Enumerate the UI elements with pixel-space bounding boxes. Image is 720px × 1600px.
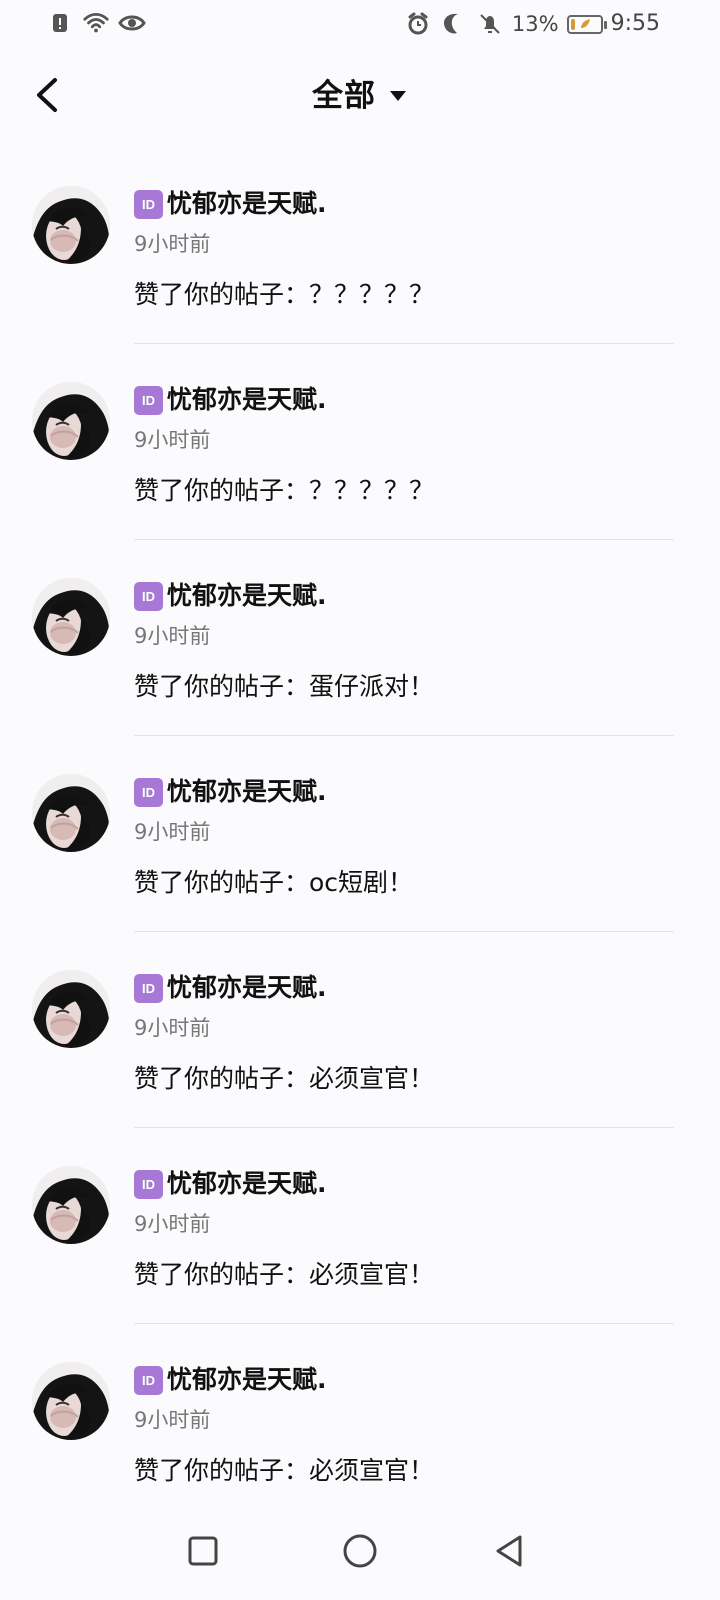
name-row: ID 忧郁亦是天赋. [134,1362,674,1398]
avatar[interactable] [32,774,110,852]
notification-content: ID 忧郁亦是天赋. 9小时前 赞了你的帖子：必须宣官！ [134,1362,674,1489]
notification-content: ID 忧郁亦是天赋. 9小时前 赞了你的帖子：？？？？？ [134,186,674,313]
notification-message: 赞了你的帖子：蛋仔派对！ [134,672,435,701]
status-right-icons: 13% 9:55 [404,9,660,39]
user-avatar-image [32,774,110,852]
id-badge: ID [134,1169,163,1199]
notification-time: 9小时前 [134,624,211,648]
avatar[interactable] [32,1362,110,1440]
square-icon [188,1536,218,1566]
status-time: 9:55 [610,11,660,36]
notification-list[interactable]: ID 忧郁亦是天赋. 9小时前 赞了你的帖子：？？？？？ ID 忧郁亦是天赋. … [0,148,720,1498]
notification-time: 9小时前 [134,428,211,452]
username[interactable]: 忧郁亦是天赋. [167,1363,327,1397]
notification-message: 赞了你的帖子：？？？？？ [134,476,435,505]
notification-time: 9小时前 [134,1016,211,1040]
user-avatar-image [32,186,110,264]
muted-bell-icon [476,10,504,38]
name-row: ID 忧郁亦是天赋. [134,774,674,810]
username[interactable]: 忧郁亦是天赋. [167,1167,327,1201]
eye-icon [118,9,146,37]
battery-icon [566,14,607,34]
notification-content: ID 忧郁亦是天赋. 9小时前 赞了你的帖子：必须宣官！ [134,1166,674,1293]
id-badge: ID [134,1365,163,1395]
notification-item[interactable]: ID 忧郁亦是天赋. 9小时前 赞了你的帖子：必须宣官！ [0,1324,720,1498]
name-row: ID 忧郁亦是天赋. [134,970,674,1006]
avatar[interactable] [32,578,110,656]
notification-time: 9小时前 [134,1408,211,1432]
notification-message: 赞了你的帖子：必须宣官！ [134,1260,435,1289]
user-avatar-image [32,1362,110,1440]
id-badge: ID [134,385,163,415]
moon-icon [440,10,468,38]
id-badge: ID [134,973,163,1003]
user-avatar-image [32,970,110,1048]
name-row: ID 忧郁亦是天赋. [134,1166,674,1202]
recent-apps-button[interactable] [174,1522,232,1580]
home-button[interactable] [331,1522,389,1580]
username[interactable]: 忧郁亦是天赋. [167,579,327,613]
avatar[interactable] [32,186,110,264]
notification-item[interactable]: ID 忧郁亦是天赋. 9小时前 赞了你的帖子：？？？？？ [0,148,720,344]
username[interactable]: 忧郁亦是天赋. [167,971,327,1005]
username[interactable]: 忧郁亦是天赋. [167,383,327,417]
circle-icon [343,1534,377,1568]
avatar[interactable] [32,970,110,1048]
user-avatar-image [32,578,110,656]
status-bar: 13% 9:55 [0,0,720,48]
notification-content: ID 忧郁亦是天赋. 9小时前 赞了你的帖子：蛋仔派对！ [134,578,674,705]
notification-time: 9小时前 [134,820,211,844]
avatar[interactable] [32,382,110,460]
name-row: ID 忧郁亦是天赋. [134,382,674,418]
notification-message: 赞了你的帖子：oc短剧！ [134,868,414,897]
notification-message: 赞了你的帖子：？？？？？ [134,280,435,309]
triangle-back-icon [496,1535,522,1567]
avatar[interactable] [32,1166,110,1244]
alert-icon [46,9,74,37]
notification-item[interactable]: ID 忧郁亦是天赋. 9小时前 赞了你的帖子：必须宣官！ [0,1128,720,1324]
triangle-down-icon [388,86,408,106]
username[interactable]: 忧郁亦是天赋. [167,775,327,809]
notification-time: 9小时前 [134,1212,211,1236]
id-badge: ID [134,777,163,807]
top-navigation-bar: 全部 [0,48,720,148]
system-navigation-bar [0,1500,720,1600]
leaf-icon [580,19,590,28]
filter-dropdown[interactable]: 全部 [0,76,720,116]
notification-item[interactable]: ID 忧郁亦是天赋. 9小时前 赞了你的帖子：？？？？？ [0,344,720,540]
battery-level-fill [570,18,575,30]
notification-message: 赞了你的帖子：必须宣官！ [134,1456,435,1485]
id-badge: ID [134,189,163,219]
name-row: ID 忧郁亦是天赋. [134,186,674,222]
battery-percent-text: 13% [511,12,559,36]
system-back-button[interactable] [480,1522,538,1580]
name-row: ID 忧郁亦是天赋. [134,578,674,614]
page-title: 全部 [312,78,376,114]
notification-time: 9小时前 [134,232,211,256]
notification-content: ID 忧郁亦是天赋. 9小时前 赞了你的帖子：？？？？？ [134,382,674,509]
notification-content: ID 忧郁亦是天赋. 9小时前 赞了你的帖子：必须宣官！ [134,970,674,1097]
username[interactable]: 忧郁亦是天赋. [167,187,327,221]
id-badge: ID [134,581,163,611]
notification-content: ID 忧郁亦是天赋. 9小时前 赞了你的帖子：oc短剧！ [134,774,674,901]
user-avatar-image [32,382,110,460]
notification-item[interactable]: ID 忧郁亦是天赋. 9小时前 赞了你的帖子：oc短剧！ [0,736,720,932]
status-left-icons [46,9,146,37]
wifi-icon [82,9,110,37]
notification-item[interactable]: ID 忧郁亦是天赋. 9小时前 赞了你的帖子：蛋仔派对！ [0,540,720,736]
user-avatar-image [32,1166,110,1244]
alarm-icon [404,10,432,38]
notification-message: 赞了你的帖子：必须宣官！ [134,1064,435,1093]
notification-item[interactable]: ID 忧郁亦是天赋. 9小时前 赞了你的帖子：必须宣官！ [0,932,720,1128]
